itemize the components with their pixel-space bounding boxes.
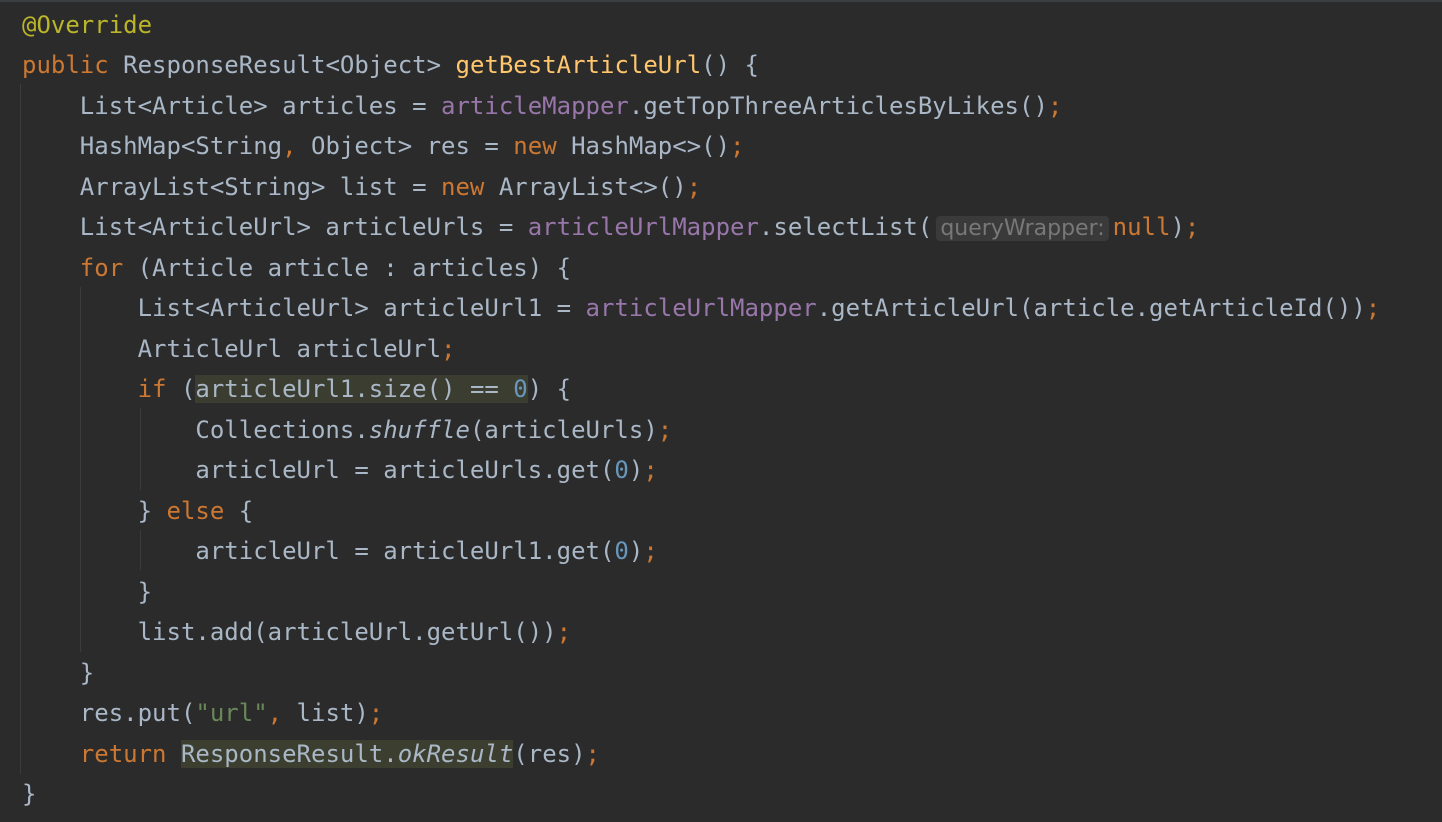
- close-brace: }: [79, 659, 95, 687]
- method-call: res.put(: [79, 699, 196, 727]
- declaration: List<ArticleUrl> articleUrl1 =: [137, 294, 586, 322]
- code-line-14[interactable]: articleUrl = articleUrl1.get(0);: [22, 531, 658, 571]
- parameter-hint: queryWrapper:: [936, 216, 1109, 241]
- annotation-override: @Override: [22, 11, 153, 39]
- open-paren: (: [166, 375, 196, 403]
- semicolon: ;: [1047, 92, 1063, 120]
- editor-top-border: [0, 0, 1442, 2]
- keyword-else: else: [166, 497, 225, 525]
- declaration: ArticleUrl articleUrl: [137, 335, 442, 363]
- comma: ,: [282, 132, 297, 160]
- method-call: .selectList(: [758, 213, 933, 241]
- code-line-13[interactable]: } else {: [22, 491, 254, 531]
- code-line-18[interactable]: res.put("url", list);: [22, 693, 383, 733]
- declaration: List<Article> articles =: [79, 92, 442, 120]
- declaration: Object> res =: [296, 132, 514, 160]
- code-line-6[interactable]: List<ArticleUrl> articleUrls = articleUr…: [22, 207, 1199, 247]
- semicolon: ;: [1184, 213, 1200, 241]
- code-line-2[interactable]: public ResponseResult<Object> getBestArt…: [22, 45, 759, 85]
- class-ref: ResponseResult.: [180, 740, 398, 768]
- semicolon: ;: [643, 537, 658, 565]
- semicolon: ;: [657, 416, 673, 444]
- static-method: okResult: [397, 740, 514, 768]
- code-line-17[interactable]: }: [22, 653, 94, 693]
- semicolon: ;: [556, 618, 572, 646]
- field-article-mapper: articleMapper: [441, 92, 629, 120]
- declaration: ArrayList<String> list =: [79, 173, 442, 201]
- for-header: (Article article : articles) {: [123, 254, 572, 282]
- close-paren-brace: ) {: [527, 375, 572, 403]
- keyword-public: public: [22, 51, 109, 79]
- number-literal: 0: [614, 537, 629, 565]
- code-line-15[interactable]: }: [22, 572, 152, 612]
- code-line-4[interactable]: HashMap<String, Object> res = new HashMa…: [22, 126, 745, 166]
- code-line-10[interactable]: if (articleUrl1.size() == 0) {: [22, 369, 571, 409]
- code-line-3[interactable]: List<Article> articles = articleMapper.g…: [22, 86, 1063, 126]
- string-literal: "url": [195, 699, 268, 727]
- declaration: List<ArticleUrl> articleUrls =: [79, 213, 528, 241]
- number-literal: 0: [614, 456, 629, 484]
- code-line-1[interactable]: @Override: [22, 5, 152, 45]
- semicolon: ;: [1365, 294, 1381, 322]
- method-name: getBestArticleUrl: [455, 51, 702, 79]
- condition: articleUrl1.size() ==: [195, 375, 514, 403]
- arguments: (articleUrls): [469, 416, 658, 444]
- statement: list.add(articleUrl.getUrl()): [137, 618, 557, 646]
- code-line-12[interactable]: articleUrl = articleUrls.get(0);: [22, 450, 658, 490]
- field-article-url-mapper: articleUrlMapper: [527, 213, 759, 241]
- number-literal: 0: [513, 375, 528, 403]
- method-params: () {: [701, 51, 759, 79]
- highlighted-condition: articleUrl1.size() == 0: [195, 375, 528, 403]
- constructor-call: ArrayList<>(): [484, 173, 687, 201]
- close-brace: }: [22, 780, 37, 808]
- highlighted-call: ResponseResult.okResult: [180, 740, 514, 768]
- close-paren: ): [628, 456, 644, 484]
- code-line-5[interactable]: ArrayList<String> list = new ArrayList<>…: [22, 167, 701, 207]
- indent-guide: [20, 84, 21, 774]
- code-line-20[interactable]: }: [22, 774, 36, 814]
- keyword-new: new: [513, 132, 557, 160]
- class-ref: Collections.: [195, 416, 369, 444]
- keyword-new: new: [441, 173, 485, 201]
- semicolon: ;: [441, 335, 456, 363]
- assignment: articleUrl = articleUrls.get(: [195, 456, 615, 484]
- semicolon: ;: [686, 173, 702, 201]
- semicolon: ;: [643, 456, 658, 484]
- keyword-for: for: [79, 254, 124, 282]
- keyword-if: if: [137, 375, 167, 403]
- code-line-9[interactable]: ArticleUrl articleUrl;: [22, 329, 456, 369]
- close-paren: ): [628, 537, 644, 565]
- keyword-null: null: [1112, 213, 1171, 241]
- comma: ,: [267, 699, 283, 727]
- method-call: .getArticleUrl(article.getArticleId()): [816, 294, 1366, 322]
- method-call: .getTopThreeArticlesByLikes(): [628, 92, 1048, 120]
- close-paren: ): [1170, 213, 1185, 241]
- code-line-16[interactable]: list.add(articleUrl.getUrl());: [22, 612, 571, 652]
- assignment: articleUrl = articleUrl1.get(: [195, 537, 615, 565]
- static-method: shuffle: [368, 416, 470, 444]
- open-brace: {: [224, 497, 254, 525]
- arguments: list): [282, 699, 369, 727]
- semicolon: ;: [585, 740, 600, 768]
- code-line-11[interactable]: Collections.shuffle(articleUrls);: [22, 410, 672, 450]
- return-type: ResponseResult<Object>: [123, 51, 442, 79]
- semicolon: ;: [730, 132, 745, 160]
- close-brace: }: [137, 497, 167, 525]
- code-line-8[interactable]: List<ArticleUrl> articleUrl1 = articleUr…: [22, 288, 1381, 328]
- declaration: HashMap<String: [79, 132, 283, 160]
- constructor-call: HashMap<>(): [556, 132, 731, 160]
- close-brace: }: [137, 578, 153, 606]
- code-line-7[interactable]: for (Article article : articles) {: [22, 248, 571, 288]
- arguments: (res): [513, 740, 586, 768]
- field-article-url-mapper: articleUrlMapper: [585, 294, 817, 322]
- keyword-return: return: [79, 740, 167, 768]
- code-line-19[interactable]: return ResponseResult.okResult(res);: [22, 734, 600, 774]
- code-editor[interactable]: @Override public ResponseResult<Object> …: [0, 0, 1442, 822]
- semicolon: ;: [368, 699, 384, 727]
